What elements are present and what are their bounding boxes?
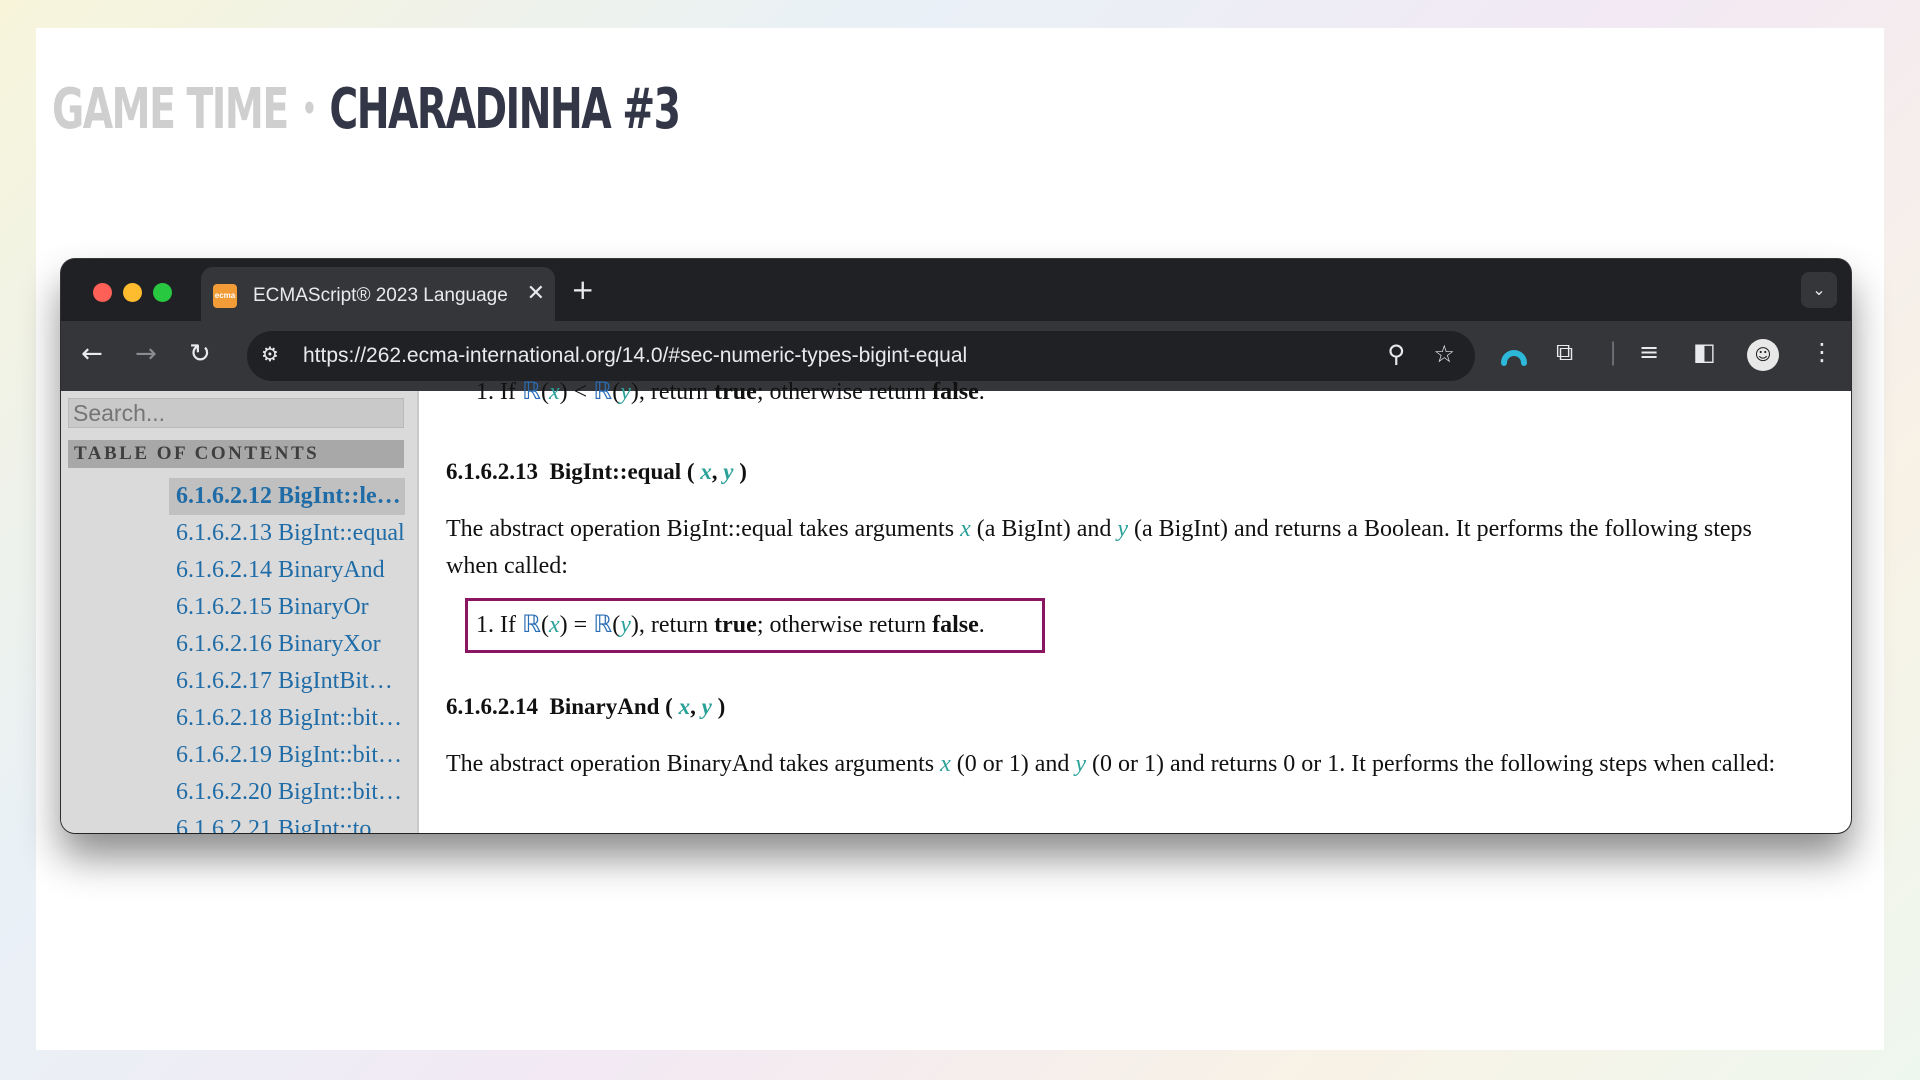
close-tab-icon[interactable]: ✕ <box>527 281 545 306</box>
tab-search-button[interactable]: ⌄ <box>1801 272 1837 308</box>
toc-item[interactable]: 6.1.6.2.13 BigInt::equal <box>169 515 405 552</box>
step-text: ; otherwise return <box>756 379 933 405</box>
section-name: BigInt::equal ( <box>549 459 695 484</box>
true-keyword: true <box>714 612 757 638</box>
step-text: ), return <box>630 612 715 638</box>
toc-item[interactable]: 6.1.6.2.21 BigInt::toString <box>169 811 405 833</box>
toc-list: 6.1.6.2.12 BigInt::lessThan6.1.6.2.13 Bi… <box>169 478 405 833</box>
variable-y-link[interactable]: y <box>620 379 631 405</box>
step-text: ), return <box>630 379 715 405</box>
param-comma: , <box>711 459 718 484</box>
param-x[interactable]: x <box>700 459 712 484</box>
section-heading-binaryand: 6.1.6.2.14 BinaryAnd ( x, y ) <box>446 694 725 720</box>
section-heading-bigint-equal: 6.1.6.2.13 BigInt::equal ( x, y ) <box>446 459 747 485</box>
step-text: ( <box>612 612 621 638</box>
step-text: 1. If <box>476 379 522 405</box>
real-symbol: ℝ <box>521 379 541 405</box>
step-text: 1. If <box>476 612 522 638</box>
toc-header: TABLE OF CONTENTS <box>68 440 404 468</box>
paragraph-text: (0 or 1) and returns 0 or 1. It performs… <box>1086 751 1776 777</box>
toc-search-input[interactable] <box>68 398 404 428</box>
highlighted-step: 1. If ℝ(x) = ℝ(y), return true; otherwis… <box>465 598 1045 653</box>
paragraph-text: The abstract operation BigInt::equal tak… <box>446 516 961 542</box>
maximize-window-button[interactable] <box>153 283 172 302</box>
url-text[interactable]: https://262.ecma-international.org/14.0/… <box>303 344 967 368</box>
binaryand-description: The abstract operation BinaryAnd takes a… <box>446 746 1806 783</box>
step-text: ( <box>541 379 549 405</box>
tab-bar: ecma ECMAScript® 2023 Language ✕ + ⌄ <box>61 259 1851 323</box>
tab-title: ECMAScript® 2023 Language <box>253 285 508 306</box>
step-text: ( <box>612 379 621 405</box>
paragraph-text: (0 or 1) and <box>950 751 1076 777</box>
reload-button[interactable]: ↻ <box>189 339 211 369</box>
variable-y-link[interactable]: y <box>1075 751 1086 777</box>
media-controls-icon[interactable]: ≡ <box>1639 338 1659 366</box>
step-text: ( <box>541 612 549 638</box>
paragraph-text: The abstract operation BinaryAnd takes a… <box>446 751 941 777</box>
param-comma: , <box>690 694 696 719</box>
new-tab-button[interactable]: + <box>571 273 594 306</box>
browser-menu-icon[interactable]: ⋮ <box>1810 338 1834 366</box>
toc-item[interactable]: 6.1.6.2.12 BigInt::lessThan <box>169 478 405 515</box>
real-symbol: ℝ <box>521 612 541 638</box>
param-x[interactable]: x <box>679 694 691 719</box>
true-keyword: true <box>714 379 757 405</box>
param-y[interactable]: y <box>702 694 712 719</box>
variable-x-link[interactable]: x <box>549 379 560 405</box>
toc-item[interactable]: 6.1.6.2.20 BigInt::bitwiseOR <box>169 774 405 811</box>
zoom-icon[interactable]: ⚲ <box>1387 340 1405 368</box>
address-bar[interactable]: ⚙ https://262.ecma-international.org/14.… <box>247 331 1475 381</box>
slide-title: GAME TIME • CHARADINHA #3 <box>52 74 681 145</box>
ecma-favicon-icon: ecma <box>213 284 237 308</box>
toc-item[interactable]: 6.1.6.2.16 BinaryXor <box>169 626 405 663</box>
extensions-puzzle-icon[interactable]: ⧉ <box>1556 338 1573 366</box>
toc-item[interactable]: 6.1.6.2.19 BigInt::bitwiseXOR <box>169 737 405 774</box>
param-y[interactable]: y <box>723 459 733 484</box>
variable-x-link[interactable]: x <box>549 612 560 638</box>
bigint-equal-description: The abstract operation BigInt::equal tak… <box>446 511 1806 585</box>
real-symbol: ℝ <box>593 379 613 405</box>
false-keyword: false <box>932 612 979 638</box>
section-number: 6.1.6.2.14 <box>446 694 538 719</box>
false-keyword: false <box>932 379 979 405</box>
toc-item[interactable]: 6.1.6.2.17 BigIntBitwiseOp <box>169 663 405 700</box>
forward-button[interactable]: → <box>135 339 157 369</box>
param-close: ) <box>739 459 747 484</box>
partial-step-line: 1. If ℝ(x) < ℝ(y), return true; otherwis… <box>476 377 985 406</box>
slide-title-prefix: GAME TIME <box>52 77 289 142</box>
browser-tab[interactable]: ecma ECMAScript® 2023 Language ✕ <box>201 267 555 323</box>
toc-item[interactable]: 6.1.6.2.18 BigInt::bitwiseAND <box>169 700 405 737</box>
section-number: 6.1.6.2.13 <box>446 459 538 484</box>
browser-window: ecma ECMAScript® 2023 Language ✕ + ⌄ ← →… <box>61 259 1851 833</box>
variable-x-link[interactable]: x <box>960 516 971 542</box>
variable-y-link[interactable]: y <box>620 612 631 638</box>
slide-title-main: CHARADINHA #3 <box>329 77 680 142</box>
section-name: BinaryAnd ( <box>549 694 673 719</box>
param-close: ) <box>717 694 726 719</box>
real-symbol: ℝ <box>593 612 613 638</box>
bookmark-star-icon[interactable]: ☆ <box>1433 340 1455 368</box>
step-text: ) = <box>559 612 594 638</box>
toc-sidebar: TABLE OF CONTENTS 6.1.6.2.12 BigInt::les… <box>61 391 419 833</box>
back-button[interactable]: ← <box>81 339 103 369</box>
paragraph-text: (a BigInt) and <box>970 516 1118 542</box>
step-text: . <box>978 379 985 405</box>
variable-y-link[interactable]: y <box>1117 516 1128 542</box>
step-text: ; otherwise return <box>756 612 933 638</box>
page-viewport: TABLE OF CONTENTS 6.1.6.2.12 BigInt::les… <box>61 379 1851 833</box>
close-window-button[interactable] <box>93 283 112 302</box>
minimize-window-button[interactable] <box>123 283 142 302</box>
variable-x-link[interactable]: x <box>940 751 951 777</box>
toc-item[interactable]: 6.1.6.2.14 BinaryAnd <box>169 552 405 589</box>
toolbar-separator: | <box>1609 338 1618 366</box>
profile-avatar-icon[interactable]: ☺ <box>1747 339 1779 371</box>
side-panel-icon[interactable]: ◧ <box>1693 338 1716 366</box>
site-info-icon[interactable]: ⚙ <box>261 342 279 366</box>
title-separator-dot: • <box>301 89 317 129</box>
toc-item[interactable]: 6.1.6.2.15 BinaryOr <box>169 589 405 626</box>
step-text: . <box>978 612 985 638</box>
step-text: ) < <box>559 379 594 405</box>
arc-extension-icon[interactable] <box>1501 341 1527 367</box>
